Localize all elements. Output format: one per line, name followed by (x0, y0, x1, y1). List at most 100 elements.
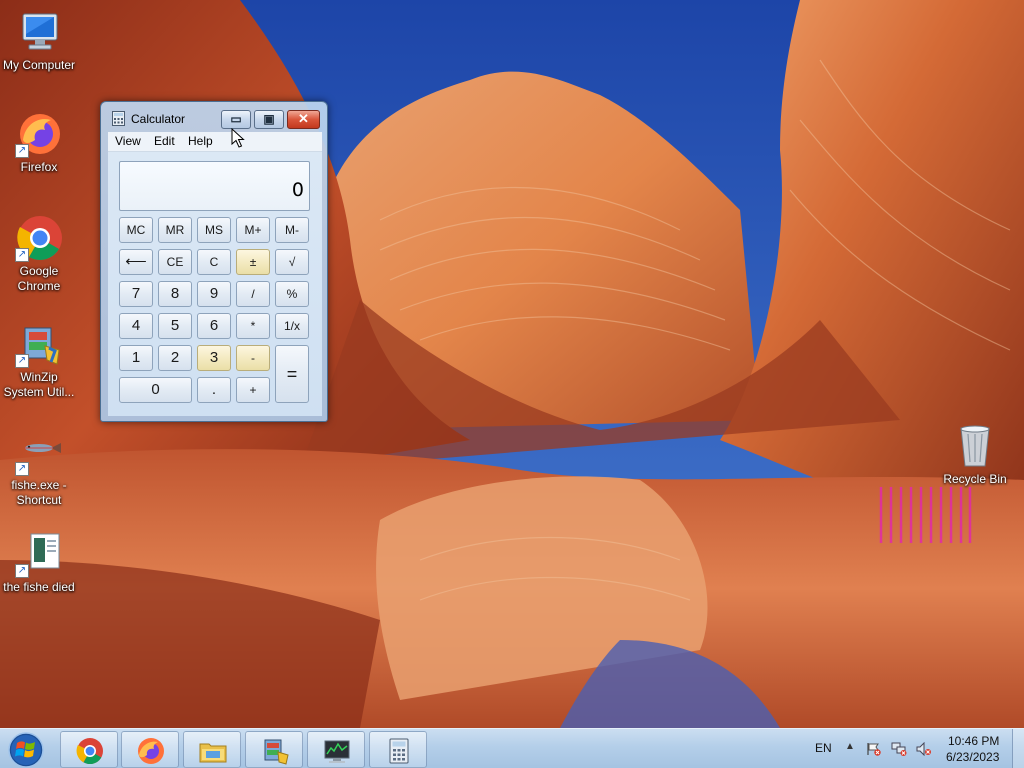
digit-0-button[interactable]: 0 (119, 377, 192, 403)
key-label: 7 (131, 285, 141, 302)
percent-button[interactable]: % (275, 281, 309, 307)
winzip-utilities-icon (264, 739, 289, 765)
digit-8-button[interactable]: 8 (158, 281, 192, 307)
mc-button[interactable]: MC (119, 217, 153, 243)
divide-button[interactable]: / (236, 281, 270, 307)
shortcut-arrow-icon: ↗ (15, 248, 29, 262)
key-label: 1/x (283, 319, 300, 333)
digit-6-button[interactable]: 6 (197, 313, 231, 339)
mr-button[interactable]: MR (158, 217, 192, 243)
show-desktop-button[interactable] (1012, 729, 1024, 768)
taskbar-file-explorer-button[interactable] (183, 731, 241, 768)
key-label: / (251, 287, 255, 301)
windows-logo-icon (8, 732, 44, 768)
calculator-window[interactable]: Calculator ▭ ▣ ✕ View Edit Help 0 MC MR … (100, 101, 328, 422)
close-button[interactable]: ✕ (287, 110, 320, 129)
minimize-button[interactable]: ▭ (221, 110, 251, 129)
clear-button[interactable]: C (197, 249, 231, 275)
multiply-button[interactable]: * (236, 313, 270, 339)
taskbar-firefox-button[interactable] (121, 731, 179, 768)
key-label: 8 (170, 285, 180, 302)
decimal-button[interactable]: . (197, 377, 231, 403)
desktop-icon-label: My Computer (2, 58, 76, 72)
digit-3-button[interactable]: 3 (197, 345, 231, 371)
digit-7-button[interactable]: 7 (119, 281, 153, 307)
action-center-flag-icon[interactable] (866, 742, 882, 756)
clock-time[interactable]: 10:46 PM (948, 734, 999, 748)
desktop-icon-fishe-exe[interactable]: ↗ fishe.exe - Shortcut (0, 428, 78, 508)
desktop-icon-google-chrome[interactable]: ↗ Google Chrome (0, 214, 78, 294)
add-button[interactable]: + (236, 377, 270, 403)
digit-4-button[interactable]: 4 (119, 313, 153, 339)
key-label: CE (166, 255, 184, 269)
menu-edit[interactable]: Edit (154, 134, 175, 148)
ce-button[interactable]: CE (158, 249, 192, 275)
key-label: 6 (209, 317, 219, 334)
clock-date[interactable]: 6/23/2023 (946, 750, 999, 764)
network-icon[interactable] (891, 742, 907, 756)
plus-minus-button[interactable]: ± (236, 249, 270, 275)
desktop-icon-winzip[interactable]: ↗ WinZip System Util... (0, 320, 78, 400)
close-icon: ✕ (298, 111, 309, 126)
shortcut-arrow-icon: ↗ (15, 144, 29, 158)
square-root-button[interactable]: √ (275, 249, 309, 275)
image-file-icon: ↗ (15, 530, 63, 578)
key-label: = (286, 364, 298, 384)
desktop-icon-recycle-bin[interactable]: Recycle Bin (936, 422, 1014, 487)
chrome-icon (76, 738, 103, 765)
key-label: 1 (131, 349, 141, 366)
key-label: 5 (170, 317, 180, 334)
calculator-app-icon (112, 111, 125, 126)
recycle-bin-icon (951, 422, 999, 470)
shortcut-arrow-icon: ↗ (15, 354, 29, 368)
show-hidden-icons-button[interactable]: ▲ (845, 741, 855, 752)
start-button[interactable] (5, 732, 49, 768)
key-label: + (249, 383, 257, 397)
digit-1-button[interactable]: 1 (119, 345, 153, 371)
digit-5-button[interactable]: 5 (158, 313, 192, 339)
key-label: √ (288, 255, 296, 269)
desktop-icon-my-computer[interactable]: My Computer (0, 8, 78, 73)
subtract-button[interactable]: - (236, 345, 270, 371)
key-label: % (286, 287, 298, 301)
taskbar-chrome-button[interactable] (60, 731, 118, 768)
taskbar-calculator-button[interactable] (369, 731, 427, 768)
key-label: * (250, 319, 256, 333)
title-bar[interactable]: Calculator ▭ ▣ ✕ (101, 102, 327, 132)
taskbar-task-manager-button[interactable] (307, 731, 365, 768)
equals-button[interactable]: = (275, 345, 309, 403)
taskbar: EN ▲ 10:46 PM 6/23/2023 (0, 728, 1024, 768)
menu-help[interactable]: Help (188, 134, 213, 148)
ms-button[interactable]: MS (197, 217, 231, 243)
mouse-pointer-icon (231, 128, 245, 148)
key-label: MC (126, 223, 146, 237)
maximize-button[interactable]: ▣ (254, 110, 284, 129)
chrome-icon: ↗ (15, 214, 63, 262)
key-label: M+ (244, 223, 262, 237)
menu-view[interactable]: View (115, 134, 141, 148)
taskbar-winzip-button[interactable] (245, 731, 303, 768)
desktop-icon-label: Recycle Bin (943, 472, 1007, 486)
language-indicator[interactable]: EN (815, 741, 832, 755)
display: 0 (119, 161, 310, 211)
monitor-icon (324, 740, 350, 763)
m-plus-button[interactable]: M+ (236, 217, 270, 243)
m-minus-button[interactable]: M- (275, 217, 309, 243)
key-label: ± (249, 255, 257, 269)
display-value: 0 (291, 179, 304, 201)
winzip-utilities-icon: ↗ (15, 320, 63, 368)
volume-icon[interactable] (916, 742, 932, 756)
minimize-icon: ▭ (230, 112, 242, 126)
desktop-icon-firefox[interactable]: ↗ Firefox (0, 110, 78, 175)
key-label: - (251, 351, 255, 365)
key-label: 3 (209, 349, 219, 366)
digit-9-button[interactable]: 9 (197, 281, 231, 307)
desktop-icon-label: Google Chrome (17, 264, 61, 293)
reciprocal-button[interactable]: 1/x (275, 313, 309, 339)
digit-2-button[interactable]: 2 (158, 345, 192, 371)
fish-icon: ↗ (15, 428, 63, 476)
key-label: 9 (209, 285, 219, 302)
backspace-button[interactable]: ⟵ (119, 249, 153, 275)
desktop-icon-the-fishe-died[interactable]: ↗ the fishe died (0, 530, 78, 595)
key-label: . (211, 381, 217, 398)
